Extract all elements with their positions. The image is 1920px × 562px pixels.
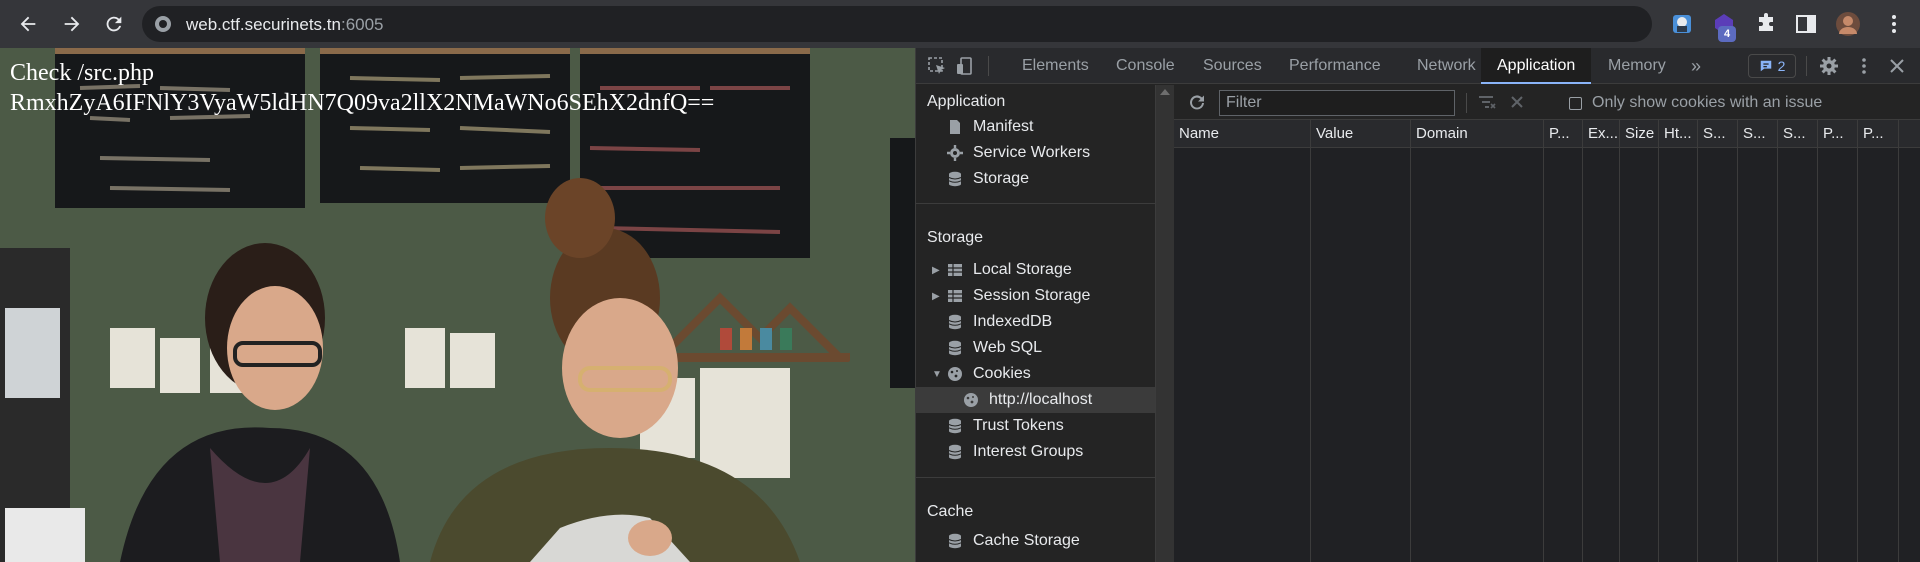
inspect-element-icon[interactable] [926,55,948,77]
device-toolbar-icon[interactable] [954,55,976,77]
expand-arrow-icon[interactable]: ▶ [932,291,942,302]
source-hint-text: Check /src.php [10,60,154,86]
devtools-panel: Elements Console Sources Performance Net… [915,48,1920,562]
tab-sources[interactable]: Sources [1203,48,1262,84]
kebab-menu-icon[interactable] [1853,55,1875,77]
cookie-table-header: Name Value Domain P... Ex... Size Ht... … [1174,120,1920,148]
chrome-menu-icon[interactable] [1880,10,1908,38]
tab-application[interactable]: Application [1481,48,1592,84]
sidebar-item-web-sql[interactable]: Web SQL [916,335,1155,361]
tab-elements[interactable]: Elements [1022,48,1089,84]
database-icon [946,313,964,331]
section-title-storage: Storage [927,229,984,246]
issues-count: 2 [1777,58,1786,74]
database-icon [946,532,964,550]
back-arrow-icon[interactable] [14,10,42,38]
section-title-cache: Cache [927,503,974,520]
database-icon [946,417,964,435]
column-header-value[interactable]: Value [1311,120,1410,148]
sidebar-scrollbar[interactable] [1156,85,1174,562]
tab-performance[interactable]: Performance [1289,48,1381,84]
column-header-name[interactable]: Name [1174,120,1310,148]
sidebar-item-cache-storage[interactable]: Cache Storage [916,528,1155,554]
column-header-sameparty[interactable]: S... [1778,120,1817,148]
profile-avatar[interactable] [1834,10,1862,38]
scroll-up-arrow-icon [1160,89,1170,95]
collapse-arrow-icon[interactable]: ▼ [932,369,942,380]
sidebar-item-manifest[interactable]: Manifest [916,114,1155,140]
column-header-priority[interactable]: P... [1858,120,1898,148]
cookie-icon [946,365,964,383]
more-tabs-icon[interactable]: » [1691,48,1701,84]
table-grid-icon [946,261,964,279]
column-header-httponly[interactable]: Ht... [1659,120,1697,148]
sidebar-item-cookies[interactable]: ▼ Cookies [916,361,1155,387]
page-viewport: Check /src.php RmxhZyA6IFNlY3VyaW5ldHN7Q… [0,48,915,562]
puzzle-extensions-icon[interactable] [1752,10,1780,38]
column-header-size[interactable]: Size [1620,120,1658,148]
column-header-expires[interactable]: Ex... [1583,120,1619,148]
cookie-table: Name Value Domain P... Ex... Size Ht... … [1174,120,1920,562]
database-icon [946,339,964,357]
forward-arrow-icon[interactable] [58,10,86,38]
sidebar-item-interest-groups[interactable]: Interest Groups [916,439,1155,465]
cookie-icon [962,391,980,409]
reload-icon[interactable] [100,10,128,38]
tab-memory[interactable]: Memory [1608,48,1666,84]
sidebar-item-storage-overview[interactable]: Storage [916,166,1155,192]
url-text: web.ctf.securinets.tn:6005 [186,15,384,34]
sidebar-item-session-storage[interactable]: ▶ Session Storage [916,283,1155,309]
column-header-domain[interactable]: Domain [1411,120,1543,148]
checkbox-box[interactable] [1569,96,1582,110]
browser-toolbar: web.ctf.securinets.tn:6005 4 [0,0,1920,48]
table-grid-icon [946,287,964,305]
sidebar-item-indexeddb[interactable]: IndexedDB [916,309,1155,335]
sidebar-item-local-storage[interactable]: ▶ Local Storage [916,257,1155,283]
sidebar-item-service-workers[interactable]: Service Workers [916,140,1155,166]
cookie-filter-input[interactable] [1219,90,1455,116]
message-icon [1760,60,1771,72]
issues-counter-button[interactable]: 2 [1748,54,1796,78]
refresh-icon[interactable] [1186,91,1208,113]
site-info-icon[interactable] [154,15,172,33]
clear-filtered-cookies-icon[interactable] [1476,91,1498,113]
column-header-samesite[interactable]: S... [1738,120,1777,148]
only-issues-checkbox[interactable]: Only show cookies with an issue [1569,94,1822,112]
tab-console[interactable]: Console [1116,48,1175,84]
bakery-photo [0,48,915,562]
database-icon [946,443,964,461]
column-header-path[interactable]: P... [1544,120,1582,148]
encoded-string-text: RmxhZyA6IFNlY3VyaW5ldHN7Q09va2llX2NMaWNo… [10,90,715,116]
extension-badge: 4 [1718,26,1736,42]
gear-icon[interactable] [1818,55,1840,77]
file-icon [946,118,964,136]
close-icon[interactable] [1886,55,1908,77]
section-title-application: Application [927,93,1006,110]
cookie-toolbar: Only show cookies with an issue [1174,85,1920,120]
address-bar[interactable]: web.ctf.securinets.tn:6005 [142,6,1652,42]
tab-network[interactable]: Network [1417,48,1476,84]
column-header-partition[interactable]: P... [1818,120,1857,148]
gear-icon [946,144,964,162]
database-icon [946,170,964,188]
ghost-extension-icon[interactable] [1668,10,1696,38]
delete-selected-icon[interactable] [1506,91,1528,113]
column-header-secure[interactable]: S... [1698,120,1737,148]
devtools-tab-bar: Elements Console Sources Performance Net… [916,48,1920,84]
side-panel-icon[interactable] [1792,10,1820,38]
expand-arrow-icon[interactable]: ▶ [932,265,942,276]
sidebar-item-trust-tokens[interactable]: Trust Tokens [916,413,1155,439]
application-sidebar: Application Manifest Service Workers Sto… [916,85,1156,562]
sidebar-item-cookie-origin[interactable]: http://localhost [916,387,1155,413]
